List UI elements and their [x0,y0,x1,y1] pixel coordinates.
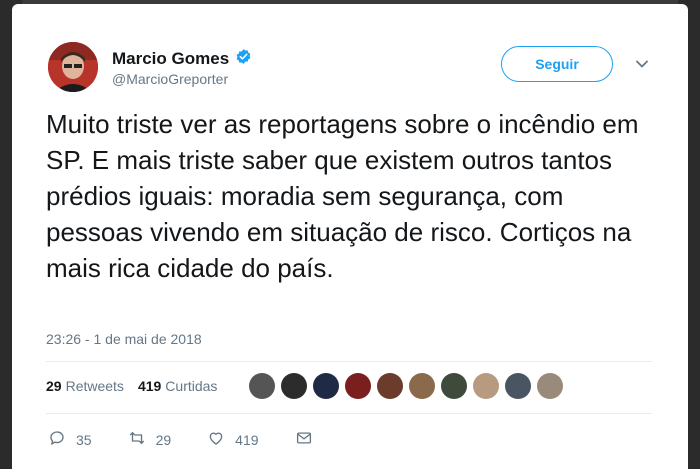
avatar[interactable] [48,42,98,92]
divider [46,413,652,414]
like-count: 419 [235,431,259,448]
user-handle[interactable]: @MarcioGreporter [112,71,228,87]
verified-badge-icon [235,48,252,70]
liker-avatar[interactable] [281,373,307,399]
liker-avatar[interactable] [377,373,403,399]
likes-count: 419 [137,378,162,394]
liker-avatar[interactable] [441,373,467,399]
liker-avatar[interactable] [537,373,563,399]
divider [46,361,652,362]
liker-avatar[interactable] [409,373,435,399]
likes-label: Curtidas [165,378,218,394]
liker-avatar[interactable] [505,373,531,399]
engagement-stats: 29 Retweets 419 Curtidas [46,378,217,394]
retweets-label: Retweets [65,378,124,394]
reply-button[interactable]: 35 [48,429,92,450]
liker-avatar[interactable] [473,373,499,399]
like-button[interactable]: 419 [207,429,259,450]
chevron-down-icon[interactable] [634,56,650,72]
retweet-icon [128,429,146,450]
liker-avatar[interactable] [345,373,371,399]
liker-avatar[interactable] [313,373,339,399]
retweets-count: 29 [46,378,62,394]
likes-stat[interactable]: 419 Curtidas [138,378,218,394]
retweet-count: 29 [155,431,172,448]
liker-avatar[interactable] [249,373,275,399]
tweet-actions: 35 29 419 [48,429,313,450]
reply-icon [48,429,66,450]
direct-message-button[interactable] [295,429,313,450]
liker-avatars [249,373,563,399]
tweet-timestamp[interactable]: 23:26 - 1 de mai de 2018 [46,331,202,347]
retweet-button[interactable]: 29 [128,429,172,450]
retweets-stat[interactable]: 29 Retweets [46,378,124,394]
reply-count: 35 [76,431,92,448]
display-name[interactable]: Marcio Gomes [112,49,229,69]
heart-icon [207,429,225,450]
tweet-text: Muito triste ver as reportagens sobre o … [46,109,639,283]
tweet-card: Marcio Gomes @MarcioGreporter Seguir Mui… [12,4,688,469]
follow-button[interactable]: Seguir [501,46,613,82]
envelope-icon [295,429,313,450]
